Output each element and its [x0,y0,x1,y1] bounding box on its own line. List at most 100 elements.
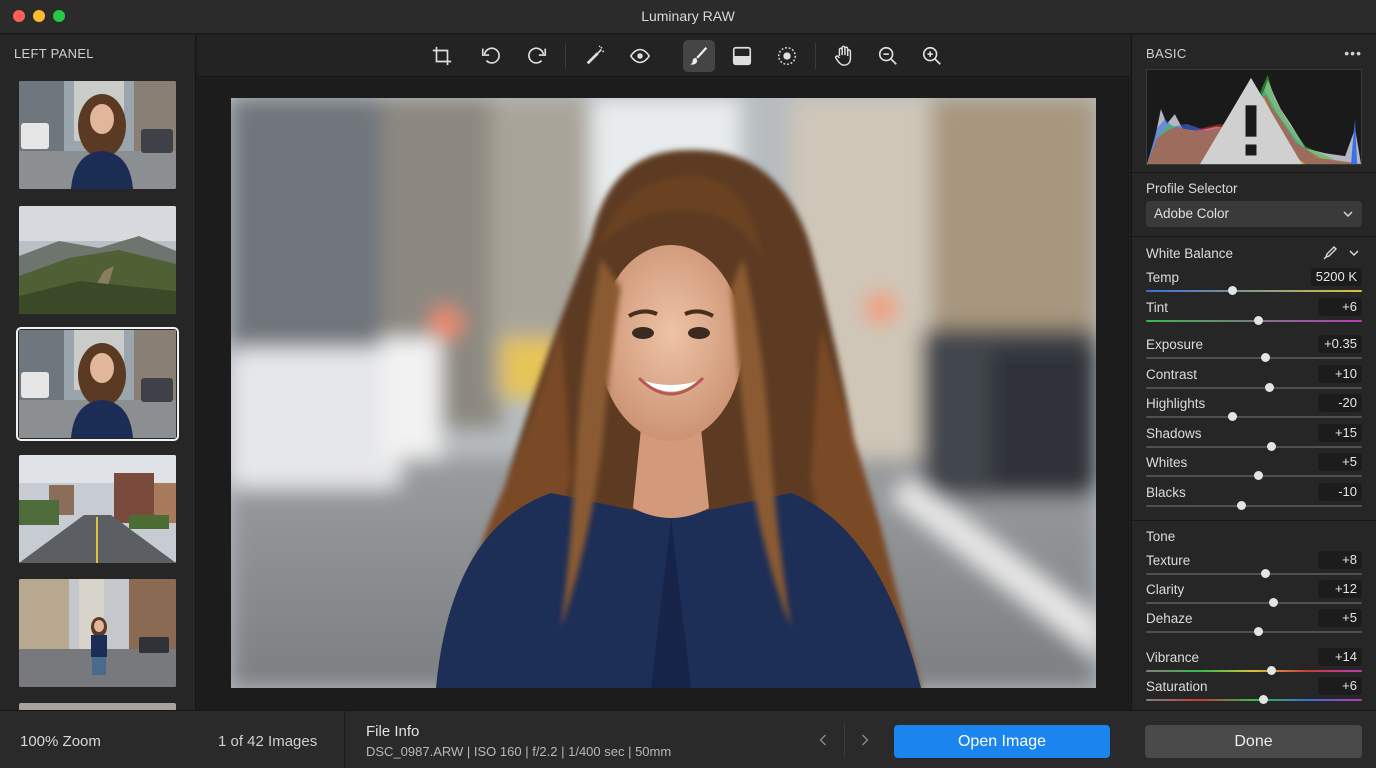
slider-label: Saturation [1146,679,1208,694]
slider-contrast[interactable]: Contrast +10 [1146,365,1362,395]
slider-whites[interactable]: Whites +5 [1146,453,1362,483]
slider-track[interactable] [1146,505,1362,507]
slider-value[interactable]: -10 [1318,483,1362,501]
slider-handle[interactable] [1254,471,1264,480]
crop-tool[interactable] [426,40,458,72]
left-panel: LEFT PANEL [0,35,196,710]
slider-vibrance[interactable]: Vibrance +14 [1146,648,1362,678]
brush-icon [689,47,708,65]
previous-image-button[interactable] [811,728,835,752]
toolbar-divider [565,43,566,69]
image-canvas[interactable] [197,78,1130,710]
chevron-right-icon [862,734,869,746]
thumbnail-6[interactable] [19,703,176,710]
zoom-level[interactable]: 100% Zoom [20,733,101,750]
slider-dehaze[interactable]: Dehaze +5 [1146,609,1362,639]
profile-select[interactable]: Adobe Color [1146,201,1362,227]
main-photo[interactable] [231,98,1096,688]
red-eye-tool[interactable] [624,40,656,72]
slider-handle[interactable] [1267,442,1277,451]
slider-label: Highlights [1146,396,1206,411]
tone-section-label: Tone [1146,529,1176,544]
slider-value[interactable]: +0.35 [1318,335,1362,353]
slider-highlights[interactable]: Highlights -20 [1146,394,1362,424]
slider-label: Blacks [1146,485,1186,500]
slider-handle[interactable] [1269,598,1279,607]
slider-value[interactable]: +12 [1318,580,1362,598]
slider-handle[interactable] [1260,569,1270,578]
slider-track[interactable] [1146,387,1362,389]
slider-handle[interactable] [1254,627,1264,636]
slider-track[interactable] [1146,446,1362,448]
slider-shadows[interactable]: Shadows +15 [1146,424,1362,454]
slider-label: Shadows [1146,426,1202,441]
eyedropper-icon[interactable] [1322,245,1338,261]
slider-track[interactable] [1146,416,1362,418]
slider-tint[interactable]: Tint +6 [1146,298,1362,328]
basic-panel-title: BASIC [1146,46,1187,61]
slider-value[interactable]: 5200 K [1310,268,1362,286]
slider-handle[interactable] [1228,412,1238,421]
slider-handle[interactable] [1260,353,1270,362]
slider-value[interactable]: +5 [1318,453,1362,471]
slider-handle[interactable] [1267,666,1277,675]
slider-track[interactable] [1146,602,1362,604]
slider-label: Exposure [1146,337,1204,352]
thumbnail-4[interactable] [19,455,176,563]
thumbnail-2[interactable] [19,206,176,314]
next-image-button[interactable] [853,728,877,752]
slider-track[interactable] [1146,357,1362,359]
thumbnail-1[interactable] [19,81,176,189]
slider-value[interactable]: +14 [1318,648,1362,666]
slider-value[interactable]: +6 [1318,677,1362,695]
slider-value[interactable]: +6 [1318,298,1362,316]
radial-filter-icon [778,47,796,65]
slider-label: Vibrance [1146,650,1200,665]
slider-handle[interactable] [1228,286,1238,295]
healing-tool[interactable] [579,40,611,72]
slider-temp[interactable]: Temp 5200 K [1146,268,1362,298]
done-button[interactable]: Done [1145,725,1362,758]
zoom-out-icon [878,46,897,65]
slider-value[interactable]: +8 [1318,551,1362,569]
chevron-down-icon [1343,211,1353,218]
slider-value[interactable]: +5 [1318,609,1362,627]
thumbnail-5[interactable] [19,579,176,687]
rotate-left-tool[interactable] [475,40,507,72]
chevron-left-icon [819,734,826,746]
open-image-button[interactable]: Open Image [894,725,1110,758]
hand-tool[interactable] [828,40,860,72]
slider-texture[interactable]: Texture +8 [1146,551,1362,581]
thumbnail-3-selected[interactable] [16,327,179,441]
file-info-title: File Info [366,723,420,740]
slider-blacks[interactable]: Blacks -10 [1146,483,1362,513]
zoom-in-tool[interactable] [916,40,948,72]
slider-track[interactable] [1146,573,1362,575]
slider-value[interactable]: +15 [1318,424,1362,442]
white-balance-controls [1322,245,1362,261]
more-horizontal-icon[interactable]: ••• [1344,45,1362,61]
gradient-tool[interactable] [726,40,758,72]
slider-handle[interactable] [1254,316,1264,325]
slider-value[interactable]: +10 [1318,365,1362,383]
slider-clarity[interactable]: Clarity +12 [1146,580,1362,610]
slider-track[interactable] [1146,699,1362,701]
hand-icon [835,45,852,66]
slider-handle[interactable] [1237,501,1247,510]
slider-exposure[interactable]: Exposure +0.35 [1146,335,1362,365]
slider-value[interactable]: -20 [1318,394,1362,412]
rotate-right-tool[interactable] [521,40,553,72]
brush-tool[interactable] [683,40,715,72]
red-eye-icon [629,48,651,64]
zoom-out-tool[interactable] [872,40,904,72]
slider-track[interactable] [1146,670,1362,672]
slider-handle[interactable] [1258,695,1268,704]
slider-handle[interactable] [1265,383,1275,392]
zoom-in-icon [922,46,941,65]
slider-track[interactable] [1146,290,1362,292]
slider-saturation[interactable]: Saturation +6 [1146,677,1362,707]
chevron-down-icon[interactable] [1348,247,1360,259]
window-title: Luminary RAW [641,8,735,24]
clipping-warning-icon[interactable] [1144,74,1358,168]
radial-filter-tool[interactable] [771,40,803,72]
